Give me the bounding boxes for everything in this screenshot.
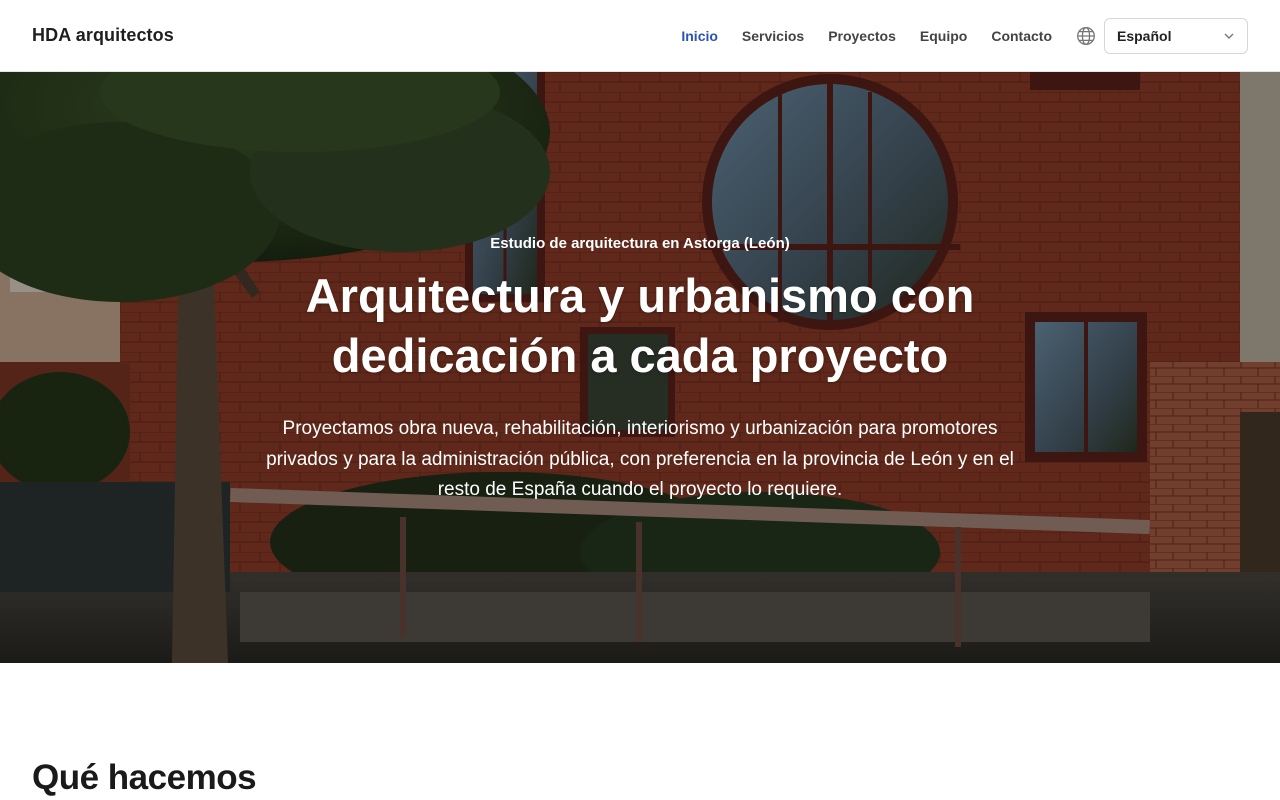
- language-select[interactable]: Español: [1104, 17, 1248, 54]
- brand-logo[interactable]: HDA arquitectos: [32, 25, 174, 46]
- chevron-down-icon: [1223, 30, 1235, 42]
- nav-item-equipo[interactable]: Equipo: [920, 28, 967, 44]
- hero-section: Estudio de arquitectura en Astorga (León…: [0, 72, 1280, 663]
- section-title: Qué hacemos: [32, 758, 257, 797]
- nav-item-contacto[interactable]: Contacto: [991, 28, 1052, 44]
- hero-description: Proyectamos obra nueva, rehabilitación, …: [266, 418, 1014, 500]
- globe-icon: [1076, 26, 1096, 46]
- hero-title: Arquitectura y urbanismo con dedicación …: [305, 269, 975, 382]
- hero-eyebrow: Estudio de arquitectura en Astorga (León…: [490, 235, 790, 252]
- main-nav: Inicio Servicios Proyectos Equipo Contac…: [657, 17, 1248, 54]
- site-header: HDA arquitectos Inicio Servicios Proyect…: [0, 0, 1280, 72]
- hero-content: Estudio de arquitectura en Astorga (León…: [0, 72, 1280, 663]
- nav-item-inicio[interactable]: Inicio: [681, 28, 718, 44]
- nav-item-proyectos[interactable]: Proyectos: [828, 28, 896, 44]
- language-select-value: Español: [1117, 27, 1172, 44]
- nav-item-servicios[interactable]: Servicios: [742, 28, 804, 44]
